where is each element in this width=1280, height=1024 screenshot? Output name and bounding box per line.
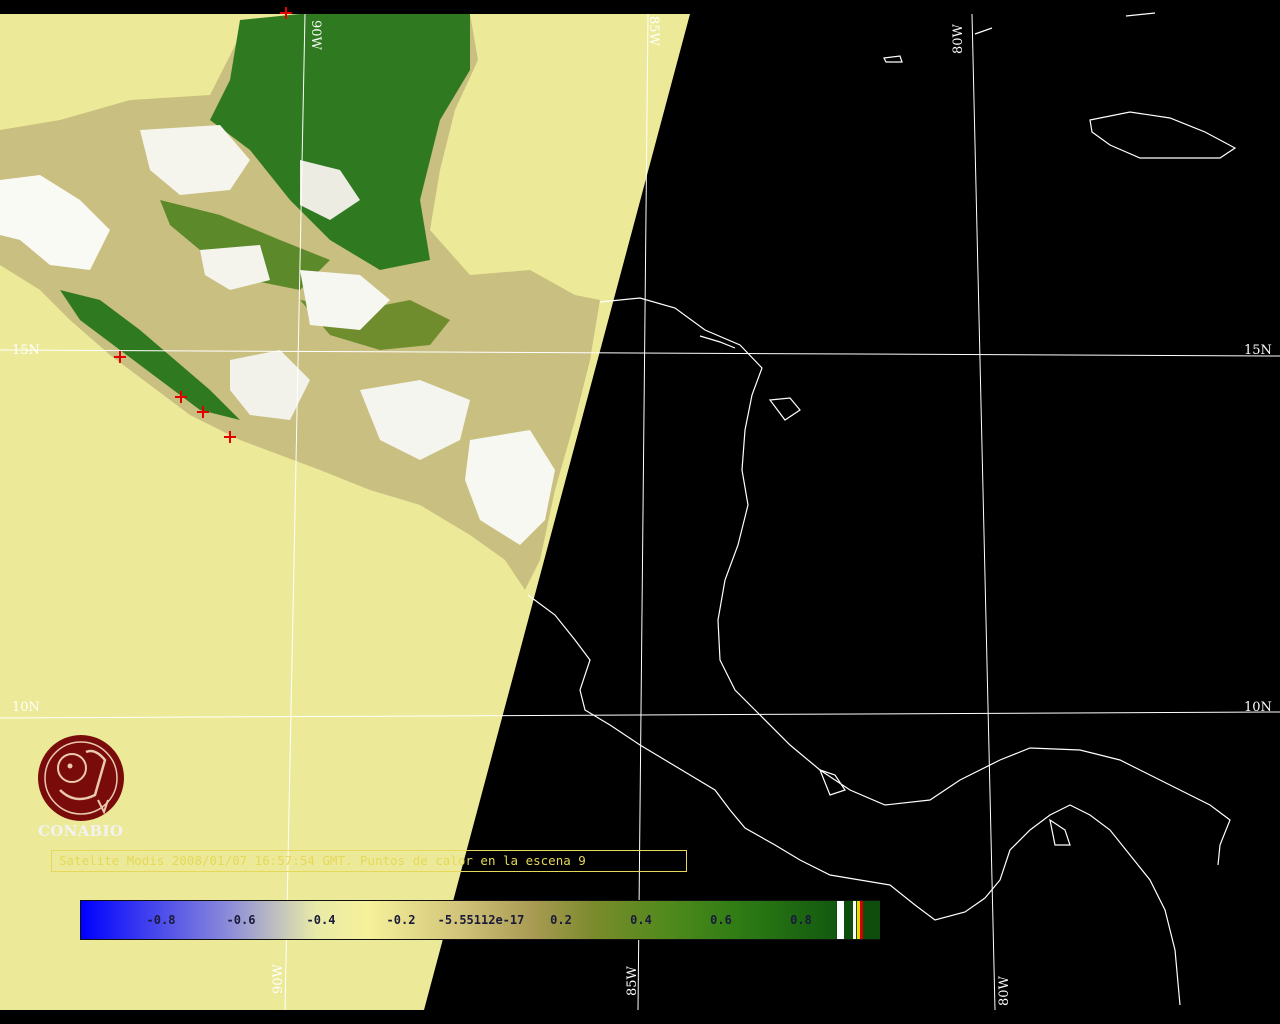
- colorbar-white-stripe-2: [853, 901, 856, 939]
- colorbar-tick-label: -5.55112e-17: [437, 913, 525, 927]
- lat-15n-left: 15N: [12, 343, 40, 358]
- colorbar-tick-label: 0.2: [550, 913, 572, 927]
- lon-85w-bottom: 85W: [625, 965, 640, 996]
- colorbar-white-stripe: [837, 901, 844, 939]
- colorbar-red-stripe: [860, 901, 863, 939]
- lon-80w-bottom: 80W: [997, 975, 1012, 1006]
- lon-85w-top: 85W: [646, 16, 661, 47]
- conabio-logo-text: CONABIO: [38, 822, 124, 840]
- colorbar-tick-label: -0.6: [226, 913, 256, 927]
- colorbar-tick-label: -0.4: [306, 913, 336, 927]
- lon-80w-top: 80W: [951, 23, 966, 54]
- lon-90w-top: 90W: [308, 20, 323, 51]
- lon-90w-bottom: 90W: [271, 963, 286, 994]
- lat-10n-left: 10N: [12, 700, 40, 715]
- conabio-logo-icon: [38, 735, 124, 821]
- colorbar-tick-label: 0.6: [710, 913, 732, 927]
- colorbar-tick-label: -0.8: [146, 913, 176, 927]
- scene-caption: Satelite Modis 2008/01/07 16:57:54 GMT. …: [51, 850, 687, 872]
- colorbar-tick-label: 0.4: [630, 913, 652, 927]
- lat-15n-right: 15N: [1244, 343, 1272, 358]
- ndvi-colorbar: -0.8 -0.6 -0.4 -0.2 -5.55112e-17 0.2 0.4 0.6 0.8: [80, 900, 880, 940]
- colorbar-tick-label: -0.2: [386, 913, 416, 927]
- lat-10n-right: 10N: [1244, 700, 1272, 715]
- colorbar-tick-label: 0.8: [790, 913, 812, 927]
